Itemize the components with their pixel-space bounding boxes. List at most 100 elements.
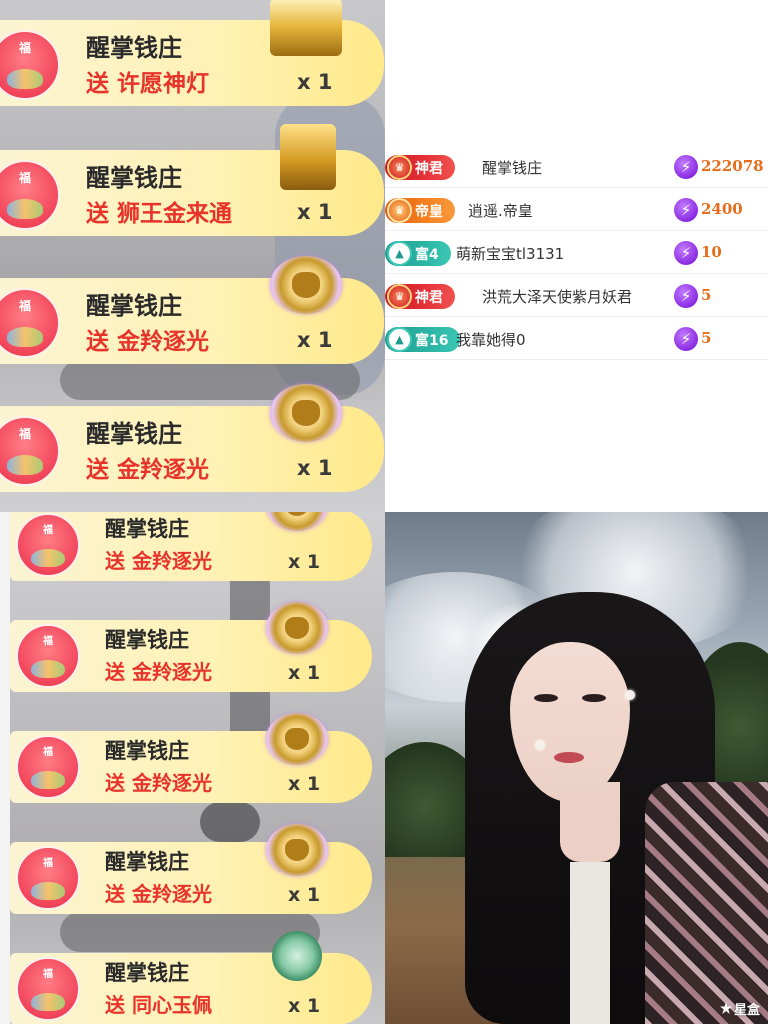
gift-banner: 福 醒掌钱庄 送 金羚逐光 x 1 — [0, 256, 384, 364]
gift-description: 送 金羚逐光 — [105, 771, 212, 795]
gift-count: x 1 — [288, 773, 321, 795]
gift-feed-bottom: 福 醒掌钱庄 送 金羚逐光 x 1 福 醒掌钱庄 送 金羚逐光 x 1 福 醒掌… — [0, 512, 385, 1024]
sender-name: 醒掌钱庄 — [105, 628, 189, 652]
sender-name: 醒掌钱庄 — [105, 517, 189, 541]
gift-banner: 福 醒掌钱庄 送 金羚逐光 x 1 — [10, 824, 372, 914]
avatar[interactable]: 福 — [16, 957, 80, 1021]
gift-count: x 1 — [288, 995, 321, 1017]
gift-description: 送 金羚逐光 — [86, 457, 210, 483]
crown-emblem-icon: ♛ — [387, 155, 412, 180]
user-name: 萌新宝宝tl3131 — [456, 245, 565, 263]
lightning-icon: ⚡ — [674, 155, 698, 179]
sender-name: 醒掌钱庄 — [86, 292, 182, 320]
lips — [554, 752, 584, 763]
lightning-icon: ⚡ — [674, 327, 698, 351]
eye — [534, 694, 558, 702]
avatar-badge-text: 福 — [43, 747, 53, 758]
gift-description: 送 金羚逐光 — [105, 660, 212, 684]
triangle-emblem-icon: ▲ — [387, 241, 412, 266]
gift-banner: 福 醒掌钱庄 送 狮王金来通 x 1 — [0, 124, 384, 236]
gift-banner: 福 醒掌钱庄 送 金羚逐光 x 1 — [10, 512, 372, 581]
ranking-row[interactable]: ♛ 帝皇 逍遥.帝皇 ⚡ 2400 — [385, 189, 768, 231]
avatar-badge-text: 福 — [43, 636, 53, 647]
pearl-earring — [535, 740, 545, 750]
gift-banner: 福 醒掌钱庄 送 同心玉佩 x 1 — [10, 931, 372, 1024]
avatar[interactable]: 福 — [16, 513, 80, 577]
user-name: 我靠她得0 — [456, 331, 526, 349]
avatar[interactable]: 福 — [16, 624, 80, 688]
contribution-ranking: ♛ 神君 醒掌钱庄 ⚡ 222078 ♛ 帝皇 逍遥.帝皇 ⚡ 2400 ▲ 富… — [385, 0, 768, 512]
contribution-score: 10 — [701, 243, 722, 261]
portrait-photo: 星盒 — [385, 512, 768, 1024]
pearl-earring — [625, 690, 635, 700]
user-name: 洪荒大泽天使紫月妖君 — [482, 288, 633, 306]
badge-label: 神君 — [415, 289, 443, 306]
antelope-medal-icon — [270, 384, 342, 442]
avatar-badge-text: 福 — [43, 525, 53, 536]
antelope-medal-icon — [270, 256, 342, 314]
sender-name: 醒掌钱庄 — [86, 34, 182, 62]
gift-banner: 福 醒掌钱庄 送 金羚逐光 x 1 — [0, 384, 384, 492]
user-name: 逍遥.帝皇 — [468, 202, 533, 220]
patterned-jacket — [645, 782, 768, 1024]
level-badge: ♛ 神君 — [385, 284, 455, 309]
watermark-text: 星盒 — [733, 1003, 760, 1018]
triangle-emblem-icon: ▲ — [387, 327, 412, 352]
golden-lion-icon — [280, 124, 336, 190]
star-logo-icon — [719, 1002, 732, 1014]
level-badge: ▲ 富16 — [385, 327, 461, 352]
level-badge: ♛ 帝皇 — [385, 198, 455, 223]
contribution-score: 2400 — [701, 200, 743, 218]
avatar-badge-text: 福 — [18, 298, 31, 313]
contribution-score: 222078 — [701, 157, 764, 175]
avatar[interactable]: 福 — [16, 735, 80, 799]
level-badge: ♛ 神君 — [385, 155, 455, 180]
avatar-badge-text: 福 — [18, 40, 31, 55]
crown-emblem-icon: ♛ — [387, 284, 412, 309]
badge-label: 富16 — [415, 332, 449, 349]
gift-feed-top: 福 醒掌钱庄 送 许愿神灯 x 1 福 醒掌钱庄 送 狮王金来通 x 1 福 醒… — [0, 0, 385, 512]
sender-name: 醒掌钱庄 — [105, 739, 189, 763]
ranking-row[interactable]: ♛ 神君 醒掌钱庄 ⚡ 222078 — [385, 146, 768, 188]
lightning-icon: ⚡ — [674, 198, 698, 222]
sender-name: 醒掌钱庄 — [86, 420, 182, 448]
gift-count: x 1 — [288, 884, 321, 906]
ranking-row[interactable]: ♛ 神君 洪荒大泽天使紫月妖君 ⚡ 5 — [385, 275, 768, 317]
gift-description: 送 金羚逐光 — [105, 882, 212, 906]
ranking-row[interactable]: ▲ 富4 萌新宝宝tl3131 ⚡ 10 — [385, 232, 768, 274]
gift-count: x 1 — [297, 328, 333, 352]
gift-banner: 福 醒掌钱庄 送 金羚逐光 x 1 — [10, 602, 372, 692]
sender-name: 醒掌钱庄 — [105, 961, 189, 985]
avatar-badge-text: 福 — [43, 858, 53, 869]
gift-banner: 福 醒掌钱庄 送 金羚逐光 x 1 — [10, 713, 372, 803]
badge-label: 神君 — [415, 160, 443, 177]
gift-description: 送 同心玉佩 — [105, 993, 212, 1017]
gift-description: 送 金羚逐光 — [105, 549, 212, 573]
antelope-medal-icon — [266, 602, 328, 654]
shirt — [570, 862, 610, 1024]
contribution-score: 5 — [701, 329, 712, 347]
magic-lamp-icon — [270, 0, 342, 56]
avatar-badge-text: 福 — [18, 426, 31, 441]
antelope-medal-icon — [266, 824, 328, 876]
contribution-score: 5 — [701, 286, 712, 304]
jade-pendant-icon — [272, 931, 322, 981]
avatar[interactable]: 福 — [16, 846, 80, 910]
ranking-row[interactable]: ▲ 富16 我靠她得0 ⚡ 5 — [385, 318, 768, 360]
lightning-icon: ⚡ — [674, 241, 698, 265]
watermark: 星盒 — [719, 999, 760, 1018]
gift-description: 送 金羚逐光 — [86, 329, 210, 355]
user-name: 醒掌钱庄 — [482, 159, 543, 177]
badge-label: 帝皇 — [415, 203, 443, 220]
lightning-icon: ⚡ — [674, 284, 698, 308]
avatar-badge-text: 福 — [18, 170, 31, 185]
antelope-medal-icon — [266, 713, 328, 765]
gift-count: x 1 — [288, 662, 321, 684]
gift-count: x 1 — [297, 70, 333, 94]
crown-emblem-icon: ♛ — [387, 198, 412, 223]
gift-count: x 1 — [288, 551, 321, 573]
level-badge: ▲ 富4 — [385, 241, 451, 266]
gift-count: x 1 — [297, 200, 333, 224]
eye — [582, 694, 606, 702]
sender-name: 醒掌钱庄 — [105, 850, 189, 874]
